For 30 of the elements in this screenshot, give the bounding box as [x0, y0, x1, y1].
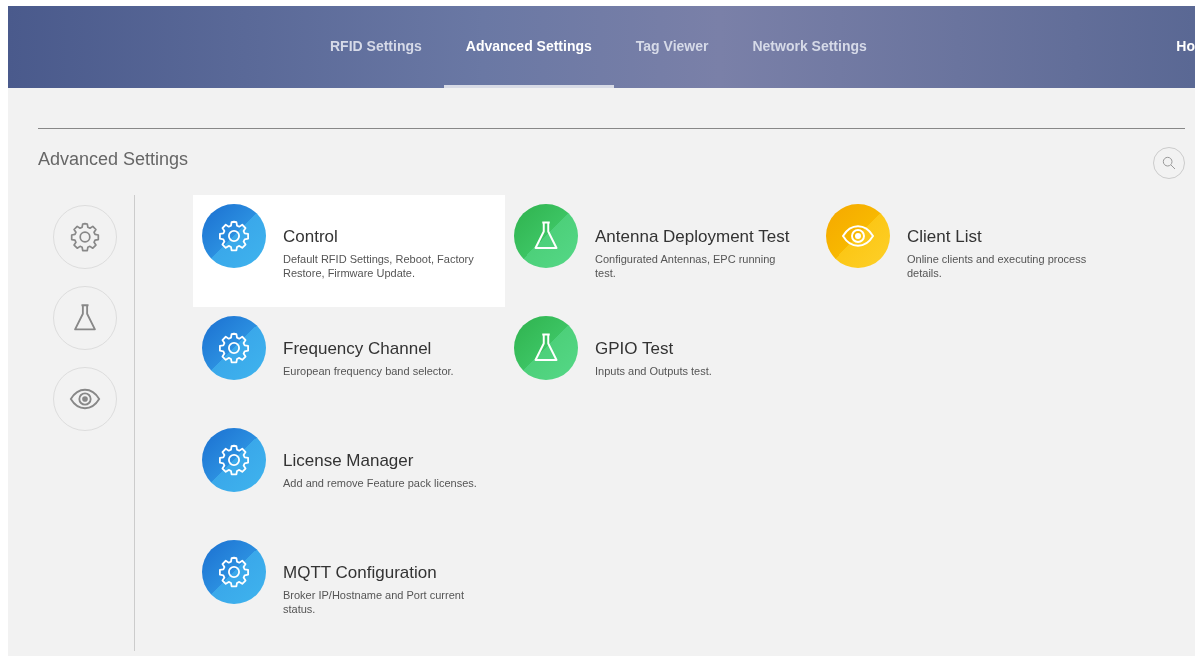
- settings-item[interactable]: Control Default RFID Settings, Reboot, Factory Restore, Firmware Update.: [193, 195, 505, 307]
- item-title: Antenna Deployment Test: [595, 227, 790, 247]
- settings-item[interactable]: Client List Online clients and executing process details.: [817, 195, 1129, 307]
- settings-item[interactable]: MQTT Configuration Broker IP/Hostname and Port current status.: [193, 531, 505, 643]
- item-title: Client List: [907, 227, 983, 247]
- nav-tab[interactable]: RFID Settings: [308, 6, 444, 88]
- item-title: Frequency Channel: [283, 339, 433, 359]
- settings-item[interactable]: License Manager Add and remove Feature pack licenses.: [193, 419, 505, 531]
- search-icon: [1161, 155, 1177, 171]
- gear-icon: [216, 442, 252, 478]
- page-title: Advanced Settings: [38, 148, 189, 170]
- item-description: Broker IP/Hostname and Port current status.: [283, 588, 465, 616]
- item-description: European frequency band selector.: [283, 364, 455, 378]
- item-description: Inputs and Outputs test.: [595, 364, 713, 378]
- item-description: Default RFID Settings, Reboot, Factory Restore, Firmware Update.: [283, 252, 475, 280]
- gear-icon: [216, 330, 252, 366]
- item-title: MQTT Configuration: [283, 563, 438, 583]
- item-title: Control: [283, 227, 339, 247]
- nav-link[interactable]: Ho: [1176, 38, 1195, 54]
- item-title: GPIO Test: [595, 339, 675, 359]
- item-description: Add and remove Feature pack licenses.: [283, 476, 478, 490]
- gear-icon: [68, 220, 102, 254]
- item-description: Configurated Antennas, EPC running test.: [595, 252, 777, 280]
- settings-item[interactable]: Antenna Deployment Test Configurated Antennas, EPC running test.: [505, 195, 817, 307]
- settings-item[interactable]: GPIO Test Inputs and Outputs test.: [505, 307, 817, 419]
- gear-icon: [216, 218, 252, 254]
- gear-icon: [216, 554, 252, 590]
- settings-item[interactable]: Frequency Channel European frequency band selector.: [193, 307, 505, 419]
- item-description: Online clients and executing process details.: [907, 252, 1088, 280]
- item-title: License Manager: [283, 451, 415, 471]
